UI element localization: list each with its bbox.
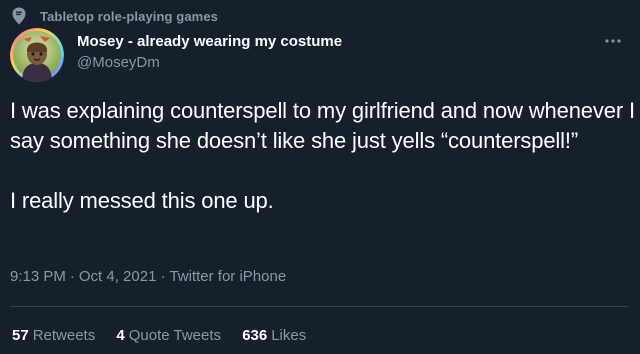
more-options-icon[interactable] — [604, 36, 622, 46]
tweet-date[interactable]: Oct 4, 2021 — [79, 268, 157, 285]
meta-separator: · — [160, 268, 166, 285]
location-pin-icon — [12, 7, 26, 25]
retweets-count: 57 — [12, 327, 29, 344]
divider — [10, 306, 628, 307]
tweet-meta: 9:13 PM · Oct 4, 2021 · Twitter for iPhone — [10, 268, 286, 285]
user-handle[interactable]: @MoseyDm — [77, 54, 342, 72]
likes-stat[interactable]: 636 Likes — [242, 327, 306, 344]
author-info[interactable]: Mosey - already wearing my costume @Mose… — [77, 33, 342, 72]
quote-tweets-count: 4 — [116, 327, 125, 344]
tweet-source[interactable]: Twitter for iPhone — [169, 268, 286, 285]
avatar[interactable] — [10, 28, 64, 82]
display-name[interactable]: Mosey - already wearing my costume — [77, 33, 342, 51]
topic-context[interactable]: Tabletop role-playing games — [12, 6, 218, 26]
quote-tweets-stat[interactable]: 4 Quote Tweets — [116, 327, 221, 344]
likes-count: 636 — [242, 327, 268, 344]
avatar-image — [10, 28, 64, 82]
likes-label: Likes — [271, 327, 307, 344]
retweets-stat[interactable]: 57 Retweets — [12, 327, 95, 344]
engagement-stats: 57 Retweets 4 Quote Tweets 636 Likes — [12, 327, 323, 344]
topic-label[interactable]: Tabletop role-playing games — [40, 9, 218, 24]
tweet-time[interactable]: 9:13 PM — [10, 268, 66, 285]
tweet-card: Tabletop role-playing games Mosey - alre… — [0, 0, 640, 354]
tweet-text: I was explaining counterspell to my girl… — [10, 98, 635, 213]
quote-tweets-label: Quote Tweets — [128, 327, 222, 344]
retweets-label: Retweets — [32, 327, 96, 344]
meta-separator: · — [69, 268, 75, 285]
